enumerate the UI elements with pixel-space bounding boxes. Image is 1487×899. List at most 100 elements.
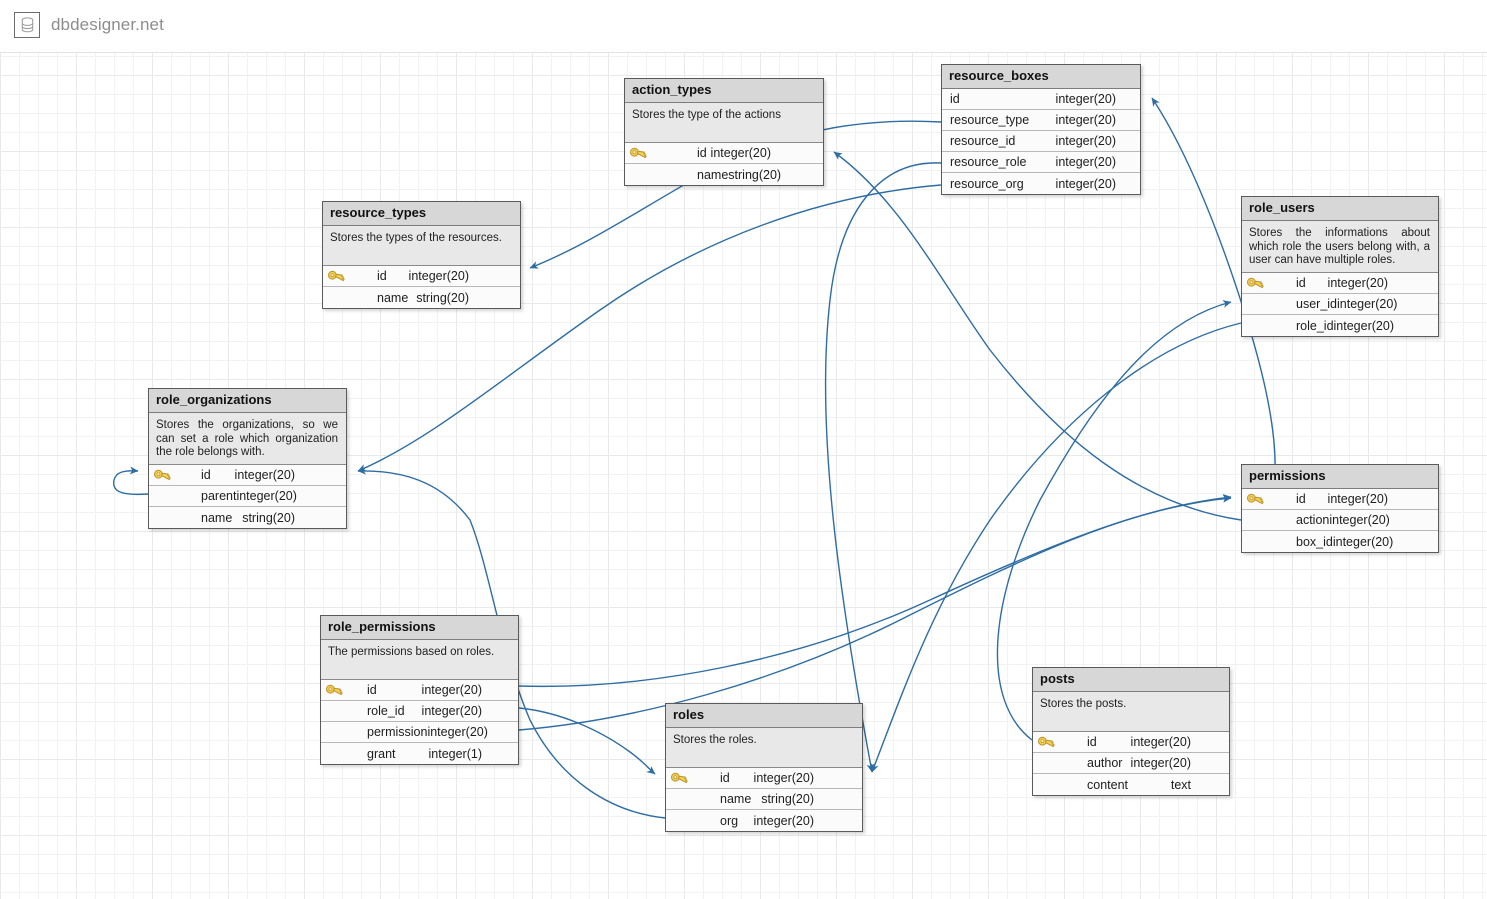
field-row[interactable]: role_id integer(20) — [321, 701, 518, 722]
field-row[interactable]: resource_type integer(20) — [942, 110, 1140, 131]
field-type: integer(20) — [1130, 735, 1191, 749]
field-name: role_id — [367, 704, 405, 718]
table-title-resource_types: resource_types — [323, 202, 520, 226]
field-row[interactable]: name string(20) — [666, 789, 862, 810]
table-resource_boxes[interactable]: resource_boxes id integer(20) resource_type… — [941, 64, 1141, 195]
field-name: role_id — [1296, 318, 1334, 333]
link-role-permissions-sweep — [518, 494, 1232, 688]
field-type: integer(20) — [234, 468, 295, 482]
field-type: integer(20) — [1337, 297, 1398, 311]
table-roles[interactable]: roles Stores the roles. id integer(20) name s… — [665, 703, 863, 832]
field-type: integer(20) — [236, 489, 297, 503]
field-type: string(20) — [416, 290, 469, 305]
field-name: id — [1296, 276, 1306, 290]
primary-key-icon — [1242, 277, 1268, 290]
field-type: integer(20) — [1333, 318, 1394, 333]
field-type: integer(20) — [1055, 92, 1116, 106]
table-role_organizations[interactable]: role_organizations Stores the organizatio… — [148, 388, 347, 529]
field-row[interactable]: id integer(20) — [149, 465, 346, 486]
field-name: action — [1296, 513, 1330, 527]
table-fields-resource_types: id integer(20) name string(20) — [323, 266, 520, 308]
field-row[interactable]: box_id integer(20) — [1242, 531, 1438, 552]
field-type: integer(20) — [1329, 513, 1390, 527]
table-description-roles: Stores the roles. — [666, 728, 862, 768]
field-name: id — [720, 771, 730, 785]
table-fields-role_permissions: id integer(20) role_id integer(20) permissio… — [321, 680, 518, 764]
field-name: resource_id — [950, 134, 1016, 148]
field-row[interactable]: action integer(20) — [1242, 510, 1438, 531]
field-name: id — [367, 683, 377, 697]
table-description-role_organizations: Stores the organizations, so we can set … — [149, 413, 346, 465]
field-type: integer(20) — [1327, 492, 1388, 506]
table-title-action_types: action_types — [625, 79, 823, 103]
table-permissions[interactable]: permissions id integer(20) action integer(20… — [1241, 464, 1439, 553]
field-name: id — [1296, 492, 1306, 506]
field-name: resource_role — [950, 155, 1027, 169]
table-fields-role_organizations: id integer(20) parent integer(20) name string… — [149, 465, 346, 528]
field-row[interactable]: id integer(20) — [323, 266, 520, 287]
field-name: permission — [367, 725, 428, 739]
field-row[interactable]: resource_role integer(20) — [942, 152, 1140, 173]
table-action_types[interactable]: action_types Stores the type of the actio… — [624, 78, 824, 186]
table-fields-posts: id integer(20) author integer(20) content tex… — [1033, 732, 1229, 795]
field-type: integer(20) — [753, 771, 814, 785]
field-row[interactable]: id integer(20) — [1242, 273, 1438, 294]
table-fields-resource_boxes: id integer(20) resource_type integer(20) res… — [942, 89, 1140, 194]
field-row[interactable]: user_id integer(20) — [1242, 294, 1438, 315]
field-name: grant — [367, 746, 396, 761]
field-row[interactable]: permission integer(20) — [321, 722, 518, 743]
table-fields-action_types: id integer(20) name string(20) — [625, 143, 823, 185]
field-type: string(20) — [761, 792, 814, 806]
table-resource_types[interactable]: resource_types Stores the types of the re… — [322, 201, 521, 309]
field-row[interactable]: author integer(20) — [1033, 753, 1229, 774]
field-name: name — [201, 510, 233, 525]
field-name: org — [720, 813, 739, 828]
field-type: integer(20) — [1055, 155, 1116, 169]
field-row[interactable]: id integer(20) — [666, 768, 862, 789]
field-type: integer(20) — [1327, 276, 1388, 290]
field-row[interactable]: id integer(20) — [321, 680, 518, 701]
field-type: integer(20) — [1055, 113, 1116, 127]
field-row[interactable]: resource_org integer(20) — [942, 173, 1140, 194]
field-type: integer(20) — [421, 704, 482, 718]
table-role_users[interactable]: role_users Stores the informations about … — [1241, 196, 1439, 337]
field-row[interactable]: name string(20) — [323, 287, 520, 308]
field-row[interactable]: id integer(20) — [1242, 489, 1438, 510]
field-name: box_id — [1296, 534, 1333, 549]
field-type: text — [1170, 777, 1191, 792]
field-row[interactable]: content text — [1033, 774, 1229, 795]
field-row[interactable]: org integer(20) — [666, 810, 862, 831]
field-row[interactable]: parent integer(20) — [149, 486, 346, 507]
table-title-posts: posts — [1033, 668, 1229, 692]
field-name: content — [1087, 777, 1129, 792]
table-posts[interactable]: posts Stores the posts. id integer(20) autho… — [1032, 667, 1230, 796]
field-row[interactable]: id integer(20) — [625, 143, 823, 164]
field-row[interactable]: id integer(20) — [1033, 732, 1229, 753]
table-role_permissions[interactable]: role_permissions The permissions based on… — [320, 615, 519, 765]
field-name: id — [697, 146, 707, 160]
field-row[interactable]: grant integer(1) — [321, 743, 518, 764]
field-type: integer(20) — [1332, 534, 1394, 549]
field-name: id — [201, 468, 211, 482]
field-name: parent — [201, 489, 237, 503]
field-name: id — [1087, 735, 1097, 749]
table-fields-permissions: id integer(20) action integer(20) box_id inte… — [1242, 489, 1438, 552]
table-title-role_users: role_users — [1242, 197, 1438, 221]
field-row[interactable]: id integer(20) — [942, 89, 1140, 110]
table-title-role_permissions: role_permissions — [321, 616, 518, 640]
field-type: integer(1) — [428, 746, 483, 761]
field-name: user_id — [1296, 297, 1337, 311]
field-row[interactable]: name string(20) — [149, 507, 346, 528]
app-logo[interactable]: dbdesigner.net — [14, 12, 164, 38]
field-row[interactable]: resource_id integer(20) — [942, 131, 1140, 152]
field-type: string(20) — [728, 167, 782, 182]
field-type: integer(20) — [427, 725, 488, 739]
field-name: resource_type — [950, 113, 1030, 127]
field-row[interactable]: name string(20) — [625, 164, 823, 185]
field-row[interactable]: role_id integer(20) — [1242, 315, 1438, 336]
table-description-posts: Stores the posts. — [1033, 692, 1229, 732]
diagram-canvas[interactable]: dbdesigner.net action_types Stores the ty… — [0, 0, 1487, 899]
table-description-action_types: Stores the type of the actions — [625, 103, 823, 143]
field-type: integer(20) — [1130, 756, 1191, 770]
field-name: id — [950, 92, 960, 106]
